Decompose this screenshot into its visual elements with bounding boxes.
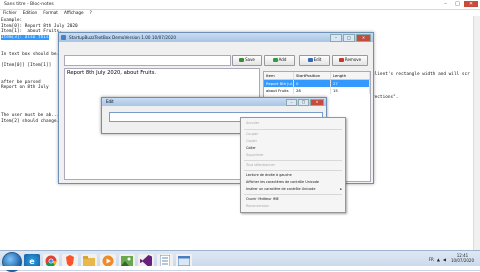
np-line: Example:	[1, 18, 23, 23]
menu-separator	[244, 170, 342, 171]
edit-button[interactable]: Edit	[299, 55, 330, 66]
search-input[interactable]	[64, 55, 231, 66]
np-line: The user must be ab...	[1, 113, 60, 119]
clock[interactable]: 12:41 10/07/2020	[451, 253, 474, 263]
cell-length: 27	[331, 80, 370, 87]
submenu-arrow-icon: ▸	[340, 187, 342, 191]
np-line: after be parsed	[1, 79, 41, 85]
minimize-button[interactable]: –	[286, 99, 297, 106]
np-right-fragment: rections".	[372, 95, 399, 100]
menu-item-reconversion[interactable]: Reconversion	[246, 204, 269, 208]
network-icon[interactable]: ▲	[437, 257, 440, 262]
np-right-fragment: client's rectangle width and will scr	[372, 72, 470, 77]
context-menu: Annuler Couper Copier Coller Supprimer T…	[240, 117, 346, 213]
clock-date: 10/07/2020	[450, 258, 474, 263]
maximize-button[interactable]: □	[343, 34, 355, 42]
cell-item: Report 8th Jul...	[266, 80, 294, 87]
minimize-button[interactable]: –	[440, 1, 451, 7]
language-indicator[interactable]: FR	[429, 257, 434, 262]
app-icon	[61, 35, 66, 40]
add-button[interactable]: Add	[264, 55, 295, 66]
remove-icon	[338, 57, 344, 62]
np-line: Item[1]: about Fruits.	[1, 29, 62, 35]
main-title: StartupBuzzTextBox DemoVersion 1.00 10/0…	[69, 35, 177, 40]
cell-start: 28	[294, 87, 331, 94]
menu-separator	[244, 160, 342, 161]
save-label: Save	[245, 57, 255, 62]
menu-help[interactable]: ?	[90, 9, 92, 16]
main-titlebar: StartupBuzzTextBox DemoVersion 1.00 10/0…	[59, 33, 373, 42]
menu-item-select-all[interactable]: Tout sélectionner	[246, 163, 275, 167]
cell-start: 0	[294, 80, 331, 87]
menu-item-paste[interactable]: Coller	[246, 146, 256, 150]
menu-edition[interactable]: Edition	[23, 9, 38, 16]
menu-affichage[interactable]: Affichage	[64, 9, 84, 16]
edit-icon	[307, 57, 313, 62]
np-line: [Item[0]] [Item[1]]	[1, 62, 52, 68]
col-start[interactable]: StartPosition	[294, 72, 331, 79]
cell-item: about Fruits	[264, 87, 294, 94]
edit-dialog-titlebar: Edit – □ ✕	[102, 98, 326, 106]
np-line: In text box should be...	[1, 51, 65, 57]
menu-fichier[interactable]: Fichier	[3, 9, 17, 16]
menu-item-rtl[interactable]: Lecture de droite à gauche	[246, 173, 292, 177]
cell-length: 15	[331, 87, 370, 94]
listview-header: Item StartPosition Length	[264, 72, 370, 80]
remove-button[interactable]: Remove	[332, 55, 368, 66]
menu-separator	[244, 129, 342, 130]
menu-format[interactable]: Format	[43, 9, 58, 16]
notepad-title: Sans titre - Bloc-notes	[4, 2, 54, 7]
notepad-menubar: Fichier Edition Format Affichage ?	[0, 9, 480, 16]
menu-item-cut[interactable]: Couper	[246, 132, 258, 136]
edit-label: Edit	[313, 57, 322, 62]
close-button[interactable]: ✕	[356, 34, 371, 42]
menu-item-open-ime[interactable]: Ouvrir l'éditeur IME	[246, 197, 279, 201]
save-icon	[239, 57, 245, 62]
save-button[interactable]: Save	[232, 55, 262, 66]
close-button[interactable]: ✕	[464, 1, 478, 7]
menu-item-delete[interactable]: Supprimer	[246, 153, 264, 157]
close-button[interactable]: ✕	[310, 99, 324, 106]
col-item[interactable]: Item	[264, 72, 294, 79]
menu-item-copy[interactable]: Copier	[246, 139, 257, 143]
edit-dialog-title: Edit	[106, 99, 114, 104]
minimize-button[interactable]: –	[330, 34, 342, 42]
np-line: Report on 8th July	[1, 85, 49, 91]
volume-icon[interactable]: ◀	[443, 257, 446, 262]
np-line: Item[2] should change...	[1, 118, 65, 124]
list-row[interactable]: about Fruits 28 15	[264, 87, 370, 94]
np-line: Item[0]: Report 8th July 2020	[1, 23, 78, 29]
notepad-scrollbar[interactable]	[473, 16, 480, 250]
add-icon	[272, 57, 278, 62]
letterbox-bottom	[0, 266, 480, 270]
col-length[interactable]: Length	[331, 72, 370, 79]
add-label: Add	[278, 57, 287, 62]
list-row[interactable]: Report 8th Jul... 0 27	[264, 80, 370, 87]
remove-label: Remove	[344, 57, 362, 62]
menu-item-show-unicode[interactable]: Afficher les caractères de contrôle Unic…	[246, 180, 319, 184]
system-tray: FR ▲ ◀	[429, 257, 446, 262]
np-selected-line: Item[3]: also this	[1, 34, 49, 40]
maximize-button[interactable]: □	[452, 1, 463, 7]
menu-separator	[244, 194, 342, 195]
menu-item-undo[interactable]: Annuler	[246, 121, 259, 125]
maximize-button[interactable]: □	[298, 99, 309, 106]
menu-item-insert-unicode[interactable]: Insérer un caractère de contrôle Unicode	[246, 187, 315, 191]
